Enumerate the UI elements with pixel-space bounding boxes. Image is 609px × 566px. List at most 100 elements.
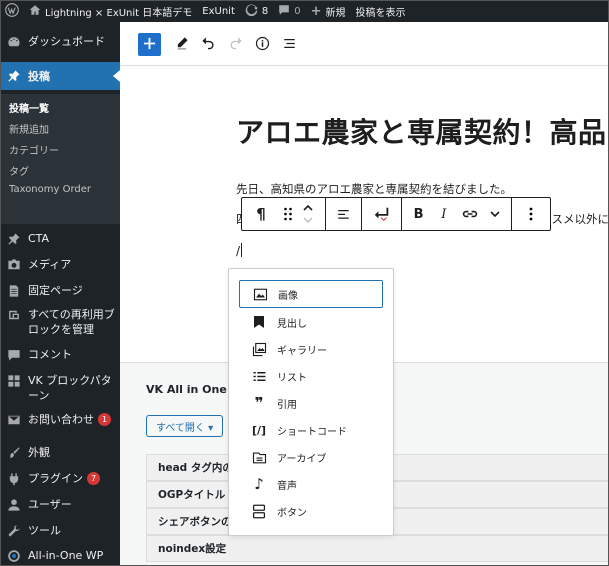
wordpress-logo-icon bbox=[5, 2, 19, 20]
updates-count: 8 bbox=[261, 5, 269, 17]
slash-option-archive[interactable]: アーカイブ bbox=[239, 443, 383, 471]
slash-option-buttons[interactable]: ボタン bbox=[239, 497, 383, 525]
envelope-icon bbox=[6, 412, 22, 428]
exunit-menu[interactable]: ExUnit bbox=[197, 0, 240, 22]
vk-extra-group bbox=[362, 198, 402, 230]
slash-option-label: アーカイブ bbox=[277, 453, 327, 465]
pushpin-icon bbox=[6, 231, 22, 247]
paintbrush-icon bbox=[6, 445, 22, 461]
undo-icon bbox=[201, 36, 215, 53]
menu-dashboard[interactable]: ダッシュボード bbox=[0, 34, 120, 50]
menu-vk-block-patterns[interactable]: VK ブロックパターン bbox=[0, 373, 120, 403]
archive-icon bbox=[251, 449, 267, 465]
media-camera-icon bbox=[6, 257, 22, 273]
open-all-button[interactable]: すべて開く ▾ bbox=[146, 415, 224, 437]
list-view-icon bbox=[282, 36, 297, 54]
tools-edit-button[interactable] bbox=[170, 33, 193, 56]
migration-ring-icon bbox=[6, 548, 22, 564]
submenu-all-posts[interactable]: 投稿一覧 bbox=[9, 100, 49, 115]
editor-header-toolbar bbox=[120, 22, 609, 66]
block-inserter-toggle[interactable] bbox=[138, 33, 161, 56]
list-icon bbox=[251, 368, 267, 384]
new-content-menu[interactable]: + 新規 bbox=[306, 0, 351, 22]
align-group bbox=[326, 198, 362, 230]
menu-cta[interactable]: CTA bbox=[0, 231, 120, 247]
menu-comments[interactable]: コメント bbox=[0, 347, 120, 363]
menu-media[interactable]: メディア bbox=[0, 257, 120, 273]
options-group bbox=[512, 198, 550, 230]
move-up-down-icon[interactable] bbox=[300, 198, 316, 230]
menu-label-pages: 固定ページ bbox=[28, 284, 83, 297]
site-name-menu[interactable]: Lightning × ExUnit 日本語デモ bbox=[24, 0, 197, 22]
audio-icon: ♪ bbox=[254, 475, 264, 493]
plus-icon bbox=[143, 37, 156, 53]
drag-handle-icon[interactable] bbox=[276, 198, 300, 230]
slash-option-image[interactable]: 画像 bbox=[239, 280, 383, 308]
posts-submenu: 投稿一覧 新規追加 カテゴリー タグ Taxonomy Order bbox=[0, 94, 120, 224]
slash-option-gallery[interactable]: ギャラリー bbox=[239, 335, 383, 363]
contact-label: お問い合わせ bbox=[28, 413, 94, 426]
submenu-add-new[interactable]: 新規追加 bbox=[9, 121, 49, 136]
submenu-tags[interactable]: タグ bbox=[9, 163, 29, 178]
slash-option-label: 画像 bbox=[278, 290, 298, 302]
admin-bar: Lightning × ExUnit 日本語デモ ExUnit 8 0 + 新規… bbox=[0, 0, 609, 22]
paragraph-block-end[interactable]: スメ以外に bbox=[552, 211, 609, 227]
bold-icon[interactable]: B bbox=[409, 198, 429, 230]
user-icon bbox=[6, 497, 22, 513]
undo-button[interactable] bbox=[196, 33, 219, 56]
menu-pages[interactable]: 固定ページ bbox=[0, 283, 120, 299]
comments-count: 0 bbox=[294, 5, 301, 17]
link-icon[interactable] bbox=[459, 198, 481, 230]
slash-option-label: ショートコード bbox=[277, 426, 347, 438]
slash-option-label: ボタン bbox=[277, 507, 307, 519]
slash-option-shortcode[interactable]: [/] ショートコード bbox=[239, 416, 383, 444]
list-view-button[interactable] bbox=[278, 33, 301, 56]
menu-users[interactable]: ユーザー bbox=[0, 497, 120, 513]
slash-command-paragraph[interactable]: / bbox=[236, 243, 243, 258]
line-break-return-icon[interactable] bbox=[373, 198, 391, 230]
block-toolbar: ¶ B I bbox=[241, 197, 551, 231]
menu-posts[interactable]: 投稿 bbox=[0, 62, 120, 90]
submenu-categories[interactable]: カテゴリー bbox=[9, 142, 59, 157]
menu-contact[interactable]: お問い合わせ 1 bbox=[0, 412, 120, 428]
view-post-link[interactable]: 投稿を表示 bbox=[351, 0, 411, 22]
comments-menu[interactable]: 0 bbox=[273, 0, 305, 22]
menu-plugins[interactable]: プラグイン 7 bbox=[0, 471, 120, 487]
more-options-vertical-icon[interactable] bbox=[529, 198, 533, 230]
updates-menu[interactable]: 8 bbox=[240, 0, 273, 22]
redo-button[interactable] bbox=[224, 33, 247, 56]
slash-option-heading[interactable]: 見出し bbox=[239, 308, 383, 336]
meta-row-noindex[interactable]: noindex設定 bbox=[146, 535, 609, 562]
plus-icon: + bbox=[310, 3, 322, 19]
text-caret bbox=[241, 243, 243, 257]
italic-icon[interactable]: I bbox=[434, 198, 454, 230]
slash-option-quote[interactable]: ❞ 引用 bbox=[239, 389, 383, 417]
menu-all-in-one-wp[interactable]: All-in-One WP bbox=[0, 548, 120, 564]
slash-option-audio[interactable]: ♪ 音声 bbox=[239, 470, 383, 498]
wp-logo-menu[interactable] bbox=[0, 0, 24, 22]
reusable-block-icon bbox=[6, 307, 22, 323]
menu-appearance[interactable]: 外観 bbox=[0, 445, 120, 461]
slash-option-label: ギャラリー bbox=[277, 345, 327, 357]
comment-bubble-icon bbox=[6, 347, 22, 363]
shortcode-icon: [/] bbox=[251, 423, 267, 437]
align-left-icon[interactable] bbox=[336, 198, 351, 230]
menu-tools[interactable]: ツール bbox=[0, 523, 120, 539]
post-title[interactable]: アロエ農家と専属契約！高品 bbox=[236, 111, 607, 151]
paragraph-block[interactable]: 先日、高知県のアロエ農家と専属契約を結びました。 bbox=[236, 181, 512, 197]
exunit-label: ExUnit bbox=[202, 5, 235, 17]
home-icon bbox=[29, 4, 41, 19]
menu-label-dashboard: ダッシュボード bbox=[28, 35, 105, 48]
menu-label-contact: お問い合わせ 1 bbox=[28, 412, 111, 427]
menu-label-comments: コメント bbox=[28, 348, 72, 361]
menu-label-reusable: すべての再利用ブロックを管理 bbox=[28, 308, 115, 336]
menu-reusable-blocks[interactable]: すべての再利用ブロックを管理 bbox=[0, 307, 120, 337]
menu-label-all-in-one-wp: All-in-One WP bbox=[28, 549, 104, 562]
slash-option-list[interactable]: リスト bbox=[239, 362, 383, 390]
menu-label-media: メディア bbox=[28, 258, 72, 271]
paragraph-pilcrow-icon[interactable]: ¶ bbox=[252, 198, 270, 230]
chevron-down-icon[interactable] bbox=[486, 198, 504, 230]
details-button[interactable] bbox=[251, 33, 274, 56]
submenu-taxonomy-order[interactable]: Taxonomy Order bbox=[9, 184, 91, 195]
buttons-icon bbox=[251, 503, 267, 519]
